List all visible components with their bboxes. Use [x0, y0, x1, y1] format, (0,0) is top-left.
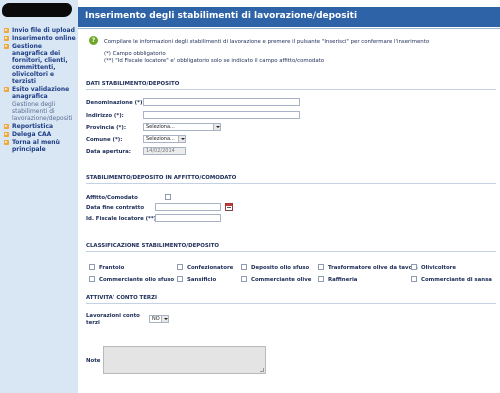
- provincia-select[interactable]: Seleziona...: [143, 123, 221, 131]
- sidebar-item-esito-validazione[interactable]: Esito validazione anagrafica: [3, 86, 77, 100]
- sidebar-item-label: Invio file di upload: [12, 27, 75, 34]
- provincia-label: Provincia (*):: [86, 125, 126, 131]
- commerciante-olive-label: Commerciante olive: [251, 277, 312, 283]
- frantoio-label: Frantoio: [99, 265, 125, 271]
- indirizzo-label: Indirizzo (*):: [86, 113, 124, 119]
- provincia-selected-value: Seleziona...: [146, 124, 175, 130]
- lavorazioni-label: Lavorazioni conto terzi: [86, 313, 140, 326]
- main-content: Inserimento degli stabilimenti di lavora…: [78, 0, 500, 393]
- olivicoltore-checkbox[interactable]: [411, 264, 417, 270]
- sidebar-item-label: Delega CAA: [12, 131, 52, 138]
- resize-grip-icon[interactable]: [260, 368, 264, 372]
- arrow-bullet-icon: [4, 28, 9, 33]
- page-title: Inserimento degli stabilimenti di lavora…: [85, 11, 358, 21]
- trasformatore-olive-checkbox[interactable]: [318, 264, 324, 270]
- trasformatore-olive-label: Trasformatore olive da tavola: [328, 265, 418, 271]
- denominazione-label: Denominazione (*):: [86, 100, 145, 106]
- comune-select[interactable]: Seleziona...: [143, 135, 186, 143]
- idfiscale-label: Id. Fiscale locatore (**): [86, 216, 157, 222]
- arrow-bullet-icon: [4, 132, 9, 137]
- confezionatore-checkbox[interactable]: [177, 264, 183, 270]
- raffineria-label: Raffineria: [328, 277, 358, 283]
- sidebar-item-invio-file[interactable]: Invio file di upload: [3, 27, 77, 34]
- sidebar-item-reportistica[interactable]: Reportistica: [3, 123, 77, 130]
- sidebar-item-label: Esito validazione anagrafica: [12, 86, 70, 100]
- sidebar-subitem-stabilimenti[interactable]: Gestione degli stabilimenti di lavorazio…: [3, 101, 77, 122]
- sidebar-nav: Invio file di upload Inserimento online …: [3, 27, 77, 154]
- comune-label: Comune (*):: [86, 137, 123, 143]
- sidebar-item-label: Inserimento online: [12, 35, 76, 42]
- info-message: Compilare le informazioni degli stabilim…: [104, 39, 430, 45]
- confezionatore-label: Confezionatore: [187, 265, 234, 271]
- lavorazioni-select[interactable]: NO: [149, 315, 169, 323]
- comodato-label: Affitto/Comodato: [86, 195, 138, 201]
- section-classificazione: CLASSIFICAZIONE STABILIMENTO/DEPOSITO: [86, 243, 219, 249]
- sidebar-item-delega-caa[interactable]: Delega CAA: [3, 131, 77, 138]
- section-dati-stabilimento: DATI STABILIMENTO/DEPOSITO: [86, 81, 180, 87]
- arrow-bullet-icon: [4, 36, 9, 41]
- commerciante-olio-sfuso-checkbox[interactable]: [89, 276, 95, 282]
- divider: [78, 28, 500, 29]
- commerciante-sansa-label: Commerciante di sansa: [421, 277, 492, 283]
- calendar-icon[interactable]: [225, 203, 233, 211]
- indirizzo-input[interactable]: [143, 111, 300, 119]
- divider: [86, 303, 496, 304]
- section-affitto-comodato: STABILIMENTO/DEPOSITO IN AFFITTO/COMODAT…: [86, 175, 237, 181]
- chevron-down-icon: [178, 136, 185, 142]
- data-fine-label: Data fine contratto: [86, 205, 145, 211]
- data-fine-input[interactable]: [155, 203, 221, 211]
- arrow-bullet-icon: [4, 140, 9, 145]
- sidebar-item-inserimento-online[interactable]: Inserimento online: [3, 35, 77, 42]
- sidebar-item-label: Gestione degli stabilimenti di lavorazio…: [12, 101, 73, 122]
- commerciante-olive-checkbox[interactable]: [241, 276, 247, 282]
- raffineria-checkbox[interactable]: [318, 276, 324, 282]
- divider: [86, 89, 496, 90]
- sidebar-item-torna-menu[interactable]: Torna al menù principale: [3, 139, 77, 153]
- divider: [86, 251, 496, 252]
- apertura-label: Data apertura:: [86, 149, 131, 155]
- divider: [86, 183, 496, 184]
- chevron-down-icon: [161, 316, 168, 322]
- sidebar-item-label: Gestione anagrafica dei fornitori, clien…: [12, 43, 68, 85]
- sansificio-checkbox[interactable]: [177, 276, 183, 282]
- sidebar-item-label: Reportistica: [12, 123, 54, 130]
- arrow-bullet-icon: [4, 44, 9, 49]
- idfiscale-note: (**) "Id Fiscale locatore" e' obbligator…: [104, 58, 325, 64]
- sidebar-item-gestione-anagrafica[interactable]: Gestione anagrafica dei fornitori, clien…: [3, 43, 77, 85]
- olivicoltore-label: Olivicoltore: [421, 265, 456, 271]
- comune-selected-value: Seleziona...: [146, 136, 175, 142]
- arrow-bullet-icon: [4, 87, 9, 92]
- logo: [2, 3, 72, 17]
- commerciante-sansa-checkbox[interactable]: [411, 276, 417, 282]
- comodato-checkbox[interactable]: [165, 194, 171, 200]
- note-label: Note: [86, 358, 101, 364]
- note-textarea[interactable]: [103, 346, 266, 374]
- deposito-olio-sfuso-label: Deposito olio sfuso: [251, 265, 310, 271]
- sidebar-item-label: Torna al menù principale: [12, 139, 60, 153]
- deposito-olio-sfuso-checkbox[interactable]: [241, 264, 247, 270]
- info-icon: ?: [89, 36, 98, 45]
- required-note: (*) Campo obbligatorio: [104, 51, 166, 57]
- sansificio-label: Sansificio: [187, 277, 217, 283]
- idfiscale-input[interactable]: [155, 214, 221, 222]
- section-conto-terzi: ATTIVITA' CONTO TERZI: [86, 295, 157, 301]
- chevron-down-icon: [213, 124, 220, 130]
- sidebar: Invio file di upload Inserimento online …: [0, 0, 78, 393]
- page-title-bar: Inserimento degli stabilimenti di lavora…: [78, 7, 500, 27]
- frantoio-checkbox[interactable]: [89, 264, 95, 270]
- apertura-input: 14/02/2014: [143, 147, 186, 155]
- denominazione-input[interactable]: [143, 98, 300, 106]
- lavorazioni-selected-value: NO: [152, 316, 160, 322]
- arrow-bullet-icon: [4, 124, 9, 129]
- commerciante-olio-sfuso-label: Commerciante olio sfuso: [99, 277, 175, 283]
